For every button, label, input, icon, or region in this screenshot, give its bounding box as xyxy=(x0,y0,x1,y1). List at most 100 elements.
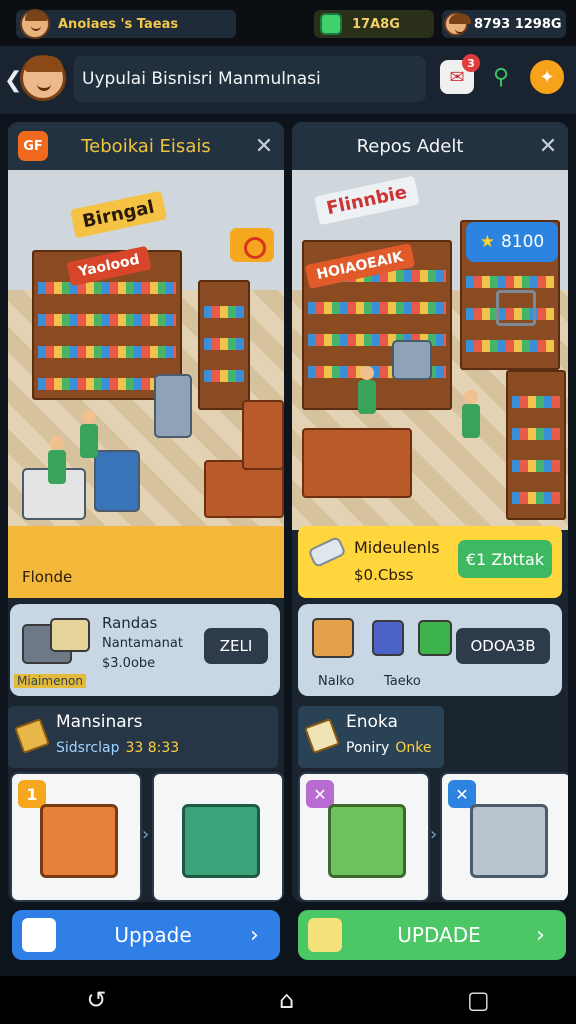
item-label: Taeko xyxy=(384,674,421,689)
panel-header: GF Teboikai Eisais ✕ xyxy=(8,122,284,170)
system-nav-bar: ↺ ⌂ ▢ xyxy=(0,976,576,1024)
shopping-cart xyxy=(496,290,536,326)
section-subtitle: Sidsrclap 33 8:33 xyxy=(56,740,179,756)
strip-sub: $0.Cbss xyxy=(354,566,414,584)
inventory-card[interactable]: Nalko Taeko ODOA3B xyxy=(298,604,562,696)
section-header: Enoka Poniry Onke xyxy=(298,706,444,768)
mailbox xyxy=(94,450,140,512)
equipment-card[interactable]: Randas Nantamanat $3.0obe Miaimenon ZELI xyxy=(10,604,280,696)
upgrade-button-left[interactable]: Uppade › xyxy=(12,910,280,960)
home-nav-icon[interactable]: ⌂ xyxy=(279,986,294,1014)
crate-icon xyxy=(40,804,118,878)
gift-icon: ✦ xyxy=(539,66,555,88)
section-header: Mansinars Sidsrclap 33 8:33 xyxy=(8,706,278,768)
shelf-cart-icon xyxy=(470,804,548,878)
panel-title: Repos Adelt xyxy=(356,135,464,157)
card-action-button[interactable]: ODOA3B xyxy=(456,628,550,664)
coin-avatar-icon xyxy=(444,12,471,36)
card-name: Randas xyxy=(102,614,158,632)
notification-badge: 3 xyxy=(462,54,480,72)
section-sub-value: Onke xyxy=(395,740,432,756)
upgrade-label: Uppade xyxy=(114,923,192,947)
close-icon[interactable]: ✕ xyxy=(528,134,568,159)
coin-value: 8793 1298G xyxy=(474,16,562,32)
chevron-right-icon: › xyxy=(536,922,545,948)
home-icon xyxy=(22,918,56,952)
card-price: $3.0obe xyxy=(102,656,156,671)
strip-label: Flonde xyxy=(22,568,73,586)
back-nav-icon[interactable]: ↺ xyxy=(86,986,106,1014)
upgrade-tile[interactable]: 1 xyxy=(10,772,142,902)
chevron-right-icon: › xyxy=(250,922,259,948)
alert-chip[interactable] xyxy=(230,228,274,262)
section-sub-value: 33 8:33 xyxy=(125,740,180,756)
shopper xyxy=(78,410,100,462)
ticket-icon xyxy=(304,718,340,754)
store-scene[interactable]: Flinnbie HOIAOEAIK ★ 8100 xyxy=(292,170,568,530)
price-chip-value: 8100 xyxy=(500,232,545,252)
gem-icon xyxy=(320,13,342,35)
header-bar: ❮ Uypulai Bisnisri Manmulnasi ✉ 3 ⚲ ✦ xyxy=(0,46,576,114)
card-action-button[interactable]: ZELI xyxy=(204,628,268,664)
business-panel-left: GF Teboikai Eisais ✕ Birngal Yaolood Flo… xyxy=(8,122,284,902)
close-icon[interactable]: ✕ xyxy=(448,780,476,808)
chat-button[interactable]: ✉ 3 xyxy=(440,54,480,94)
shopper xyxy=(356,366,378,418)
search-icon: ⚲ xyxy=(492,64,510,90)
close-icon[interactable]: ✕ xyxy=(244,134,284,159)
upgrade-tile[interactable]: ✕ xyxy=(298,772,430,902)
page-title-text: Uypulai Bisnisri Manmulnasi xyxy=(82,69,321,89)
section-sub-label: Sidsrclap xyxy=(56,740,120,756)
status-bar: Anoiaes 's Taeas 17A8G 8793 1298G xyxy=(0,0,576,46)
upgrade-button-right[interactable]: UPDADE › xyxy=(298,910,566,960)
search-button[interactable]: ⚲ xyxy=(484,60,518,94)
panel-badge-icon: GF xyxy=(18,131,48,161)
info-strip: Mideulenls $0.Cbss €1 Zbttak xyxy=(298,526,562,598)
price-chip[interactable]: ★ 8100 xyxy=(466,222,558,262)
store-shelf xyxy=(198,280,250,410)
upgrade-label: UPDADE xyxy=(397,923,481,947)
mailbox-icon xyxy=(372,620,404,656)
player-avatar xyxy=(20,9,50,39)
gift-button[interactable]: ✦ xyxy=(530,60,564,94)
upgrade-tile[interactable] xyxy=(152,772,284,902)
produce-crate-icon xyxy=(182,804,260,878)
section-title: Enoka xyxy=(346,712,398,732)
player-pill[interactable]: Anoiaes 's Taeas xyxy=(16,9,236,39)
item-label: Nalko xyxy=(318,674,355,689)
tile-level-badge: ✕ xyxy=(306,780,334,808)
store-shelf xyxy=(506,370,566,520)
checkout-counter xyxy=(302,428,412,498)
shopping-cart-icon xyxy=(328,804,406,878)
atm-machine xyxy=(154,374,192,438)
recents-nav-icon[interactable]: ▢ xyxy=(467,986,490,1014)
side-counter xyxy=(242,400,284,470)
coin-counter[interactable]: 8793 1298G xyxy=(442,10,566,38)
section-sub-label: Poniry xyxy=(346,740,390,756)
cashier xyxy=(46,436,68,488)
tile-level-badge: 1 xyxy=(18,780,46,808)
card-sub: Nantamanat xyxy=(102,636,183,651)
info-strip: Flonde xyxy=(8,526,284,598)
ticket-icon xyxy=(308,918,342,952)
section-subtitle: Poniry Onke xyxy=(346,740,431,756)
cash-register xyxy=(392,340,432,380)
machine-icon-secondary xyxy=(50,618,90,652)
upgrade-tile[interactable]: ✕ xyxy=(440,772,568,902)
shopper xyxy=(460,390,482,442)
panel-header: Repos Adelt ✕ xyxy=(292,122,568,170)
battery-icon xyxy=(307,535,347,569)
crate-icon xyxy=(312,618,354,658)
panel-title: Teboikai Eisais xyxy=(81,135,211,157)
strip-title: Mideulenls xyxy=(354,538,440,557)
hero-avatar[interactable] xyxy=(20,55,66,101)
page-title: Uypulai Bisnisri Manmulnasi xyxy=(74,56,426,102)
gem-counter[interactable]: 17A8G xyxy=(314,10,434,38)
box-icon xyxy=(418,620,452,656)
ticket-icon xyxy=(14,718,50,754)
strip-action-button[interactable]: €1 Zbttak xyxy=(458,540,552,578)
chat-icon: ✉ xyxy=(449,66,465,88)
store-scene[interactable]: Birngal Yaolood xyxy=(8,170,284,530)
section-title: Mansinars xyxy=(56,712,143,732)
gem-value: 17A8G xyxy=(352,16,400,32)
